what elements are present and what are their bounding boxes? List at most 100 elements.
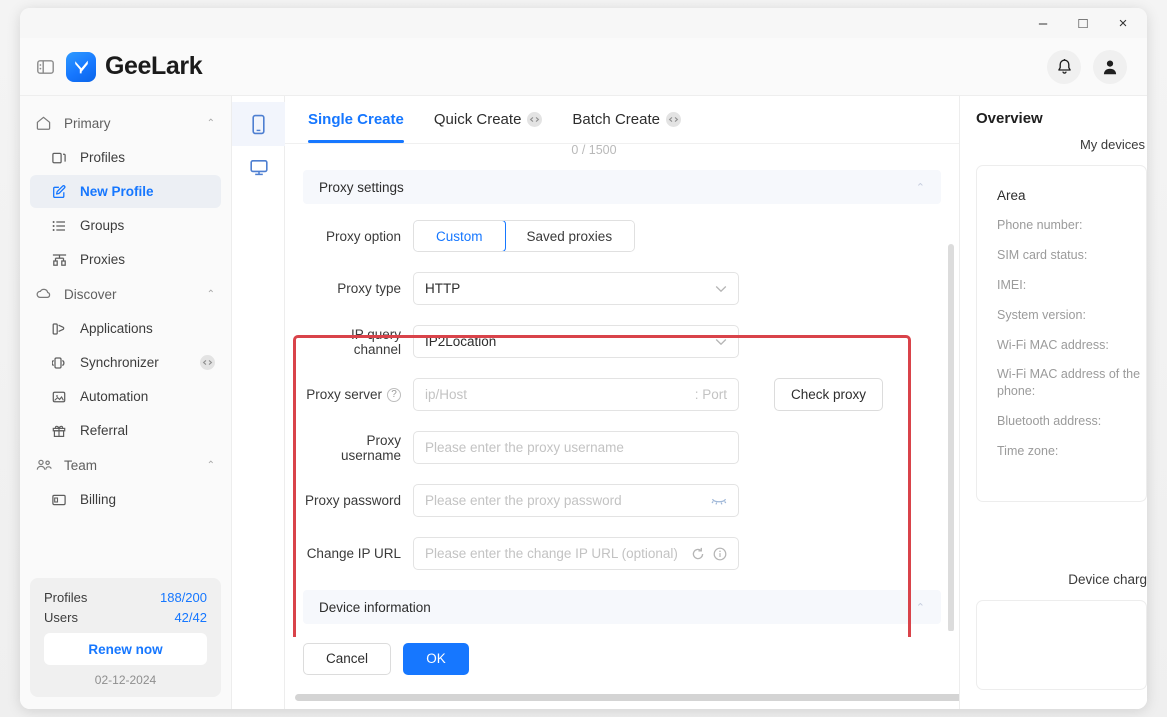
geelark-app-window: – □ × GeeLark Primary ⌃ Profiles New Pro…: [20, 8, 1147, 709]
sidebar-item-label: Billing: [80, 492, 117, 507]
chevron-up-icon: ⌃: [915, 181, 925, 194]
chevron-down-icon: [715, 338, 727, 346]
password-visibility-toggle[interactable]: [711, 496, 727, 506]
brand-logo: GeeLark: [66, 51, 203, 82]
proxy-server-label: Proxy server ?: [303, 387, 413, 402]
device-information-section-header[interactable]: Device information ⌃: [303, 590, 941, 624]
overview-row: Time zone:: [997, 444, 1059, 458]
minimize-button[interactable]: –: [1023, 9, 1063, 37]
sidebar-item-proxies[interactable]: Proxies: [30, 243, 221, 276]
proxy-settings-section-header[interactable]: Proxy settings ⌃: [303, 170, 941, 204]
sidebar-item-referral[interactable]: Referral: [30, 414, 221, 447]
tab-label: Quick Create: [433, 111, 522, 128]
proxies-network-icon: [52, 253, 72, 267]
proxy-server-input[interactable]: ip/Host : Port: [413, 378, 739, 411]
quota-profiles-value: 188/200: [160, 590, 207, 605]
proxy-username-input[interactable]: Please enter the proxy username: [413, 431, 739, 464]
device-charge-card: [976, 600, 1147, 690]
sidebar-item-applications[interactable]: Applications: [30, 312, 221, 345]
sidebar-group-discover[interactable]: Discover ⌃: [20, 277, 231, 311]
tab-batch-create[interactable]: Batch Create: [572, 96, 681, 143]
sidebar-item-label: Proxies: [80, 252, 126, 267]
change-ip-url-label: Change IP URL: [306, 546, 401, 561]
change-ip-url-input[interactable]: Please enter the change IP URL (optional…: [413, 537, 739, 570]
proxy-type-select[interactable]: HTTP: [413, 272, 739, 305]
remark-char-counter: 0 / 1500: [571, 144, 617, 157]
maximize-button[interactable]: □: [1063, 9, 1103, 37]
window-controls: – □ ×: [1023, 8, 1143, 38]
overview-panel: Overview My devices Area Phone number: S…: [959, 96, 1147, 709]
overview-row: Wi-Fi MAC address:: [997, 337, 1109, 352]
overview-row: Bluetooth address:: [997, 414, 1102, 429]
sidebar-item-groups[interactable]: Groups: [30, 209, 221, 242]
renew-now-button[interactable]: Renew now: [44, 633, 207, 665]
sidebar-item-label: Profiles: [80, 150, 126, 165]
proxy-option-saved-proxies-button[interactable]: Saved proxies: [504, 221, 635, 251]
sidebar-group-label: Primary: [64, 115, 111, 131]
field-row-ip-query-channel: IP query channel IP2Location: [303, 325, 941, 358]
field-row-change-ip-url: Change IP URL Please enter the change IP…: [303, 537, 941, 570]
applications-icon: [52, 322, 72, 336]
info-circle-icon[interactable]: [713, 547, 727, 561]
quota-users-label: Users: [44, 610, 78, 625]
account-avatar-icon[interactable]: [1093, 49, 1127, 84]
sidebar-nav: Primary ⌃ Profiles New Profile Groups Pr…: [20, 106, 231, 572]
new-badge-icon: [200, 355, 215, 370]
field-row-proxy-type: Proxy type HTTP: [303, 272, 941, 305]
tab-label: Single Create: [308, 111, 404, 128]
window-title-bar: – □ ×: [20, 8, 1147, 38]
proxy-password-placeholder: Please enter the proxy password: [425, 493, 622, 508]
quota-users-value: 42/42: [174, 610, 207, 625]
cancel-button[interactable]: Cancel: [303, 642, 392, 675]
field-row-proxy-password: Proxy password Please enter the proxy pa…: [303, 484, 941, 517]
geelark-logo-icon: [66, 51, 96, 82]
proxy-option-label: Proxy option: [325, 228, 401, 244]
device-type-rail: [232, 96, 285, 709]
proxy-password-input[interactable]: Please enter the proxy password: [413, 484, 739, 517]
sidebar-item-synchronizer[interactable]: Synchronizer: [30, 346, 221, 379]
check-proxy-button[interactable]: Check proxy: [774, 378, 884, 411]
tab-quick-create[interactable]: Quick Create: [434, 96, 543, 143]
chevron-up-icon: ⌃: [915, 601, 925, 614]
form-scroll-area[interactable]: 0 / 1500 Proxy settings ⌃ Proxy option C…: [285, 144, 959, 637]
bell-icon[interactable]: [1047, 49, 1081, 84]
eye-closed-icon: [711, 498, 727, 505]
sidebar-item-automation[interactable]: Automation: [30, 380, 221, 413]
rail-item-phone[interactable]: [232, 102, 285, 146]
refresh-icon[interactable]: [691, 547, 705, 561]
proxy-option-segmented-control: Custom Saved proxies: [413, 220, 636, 252]
field-row-proxy-server: Proxy server ? ip/Host : Port Check prox…: [303, 378, 941, 411]
change-ip-url-placeholder: Please enter the change IP URL (optional…: [425, 546, 678, 561]
section-title: Proxy settings: [319, 179, 404, 195]
question-mark-icon[interactable]: ?: [387, 387, 401, 402]
ip-query-channel-select[interactable]: IP2Location: [413, 325, 739, 358]
ip-query-channel-value: IP2Location: [425, 334, 497, 349]
form-vertical-scrollbar[interactable]: [948, 244, 954, 632]
proxy-option-custom-button[interactable]: Custom: [414, 221, 506, 251]
phone-device-icon: [252, 114, 265, 134]
sidebar-item-billing[interactable]: Billing: [30, 483, 221, 516]
overview-row: IMEI:: [997, 277, 1027, 292]
sidebar-group-team[interactable]: Team ⌃: [20, 448, 231, 482]
new-profile-icon: [52, 184, 72, 199]
sidebar-group-primary[interactable]: Primary ⌃: [20, 106, 231, 140]
sidebar-item-label: Groups: [80, 218, 125, 233]
sidebar-item-profiles[interactable]: Profiles: [30, 141, 221, 174]
quota-panel: Profiles 188/200 Users 42/42 Renew now 0…: [30, 578, 221, 697]
new-badge-icon: [527, 112, 543, 127]
sidebar-item-label: Automation: [80, 389, 149, 404]
automation-icon: [52, 390, 72, 404]
panel-collapse-icon[interactable]: [34, 56, 56, 78]
horizontal-scrollbar-thumb[interactable]: [295, 693, 1053, 701]
ok-button[interactable]: OK: [403, 642, 470, 675]
sidebar-item-label: Referral: [80, 423, 129, 438]
chevron-up-icon: ⌃: [206, 459, 215, 471]
sidebar-item-label: Synchronizer: [80, 355, 159, 370]
close-button[interactable]: ×: [1103, 9, 1143, 37]
cloud-icon: [36, 288, 56, 300]
tab-single-create[interactable]: Single Create: [308, 96, 404, 143]
rail-item-desktop[interactable]: [232, 146, 285, 190]
sidebar-item-new-profile[interactable]: New Profile: [30, 175, 221, 208]
proxy-server-label-text: Proxy server: [306, 387, 382, 402]
brand-name: GeeLark: [105, 52, 203, 80]
